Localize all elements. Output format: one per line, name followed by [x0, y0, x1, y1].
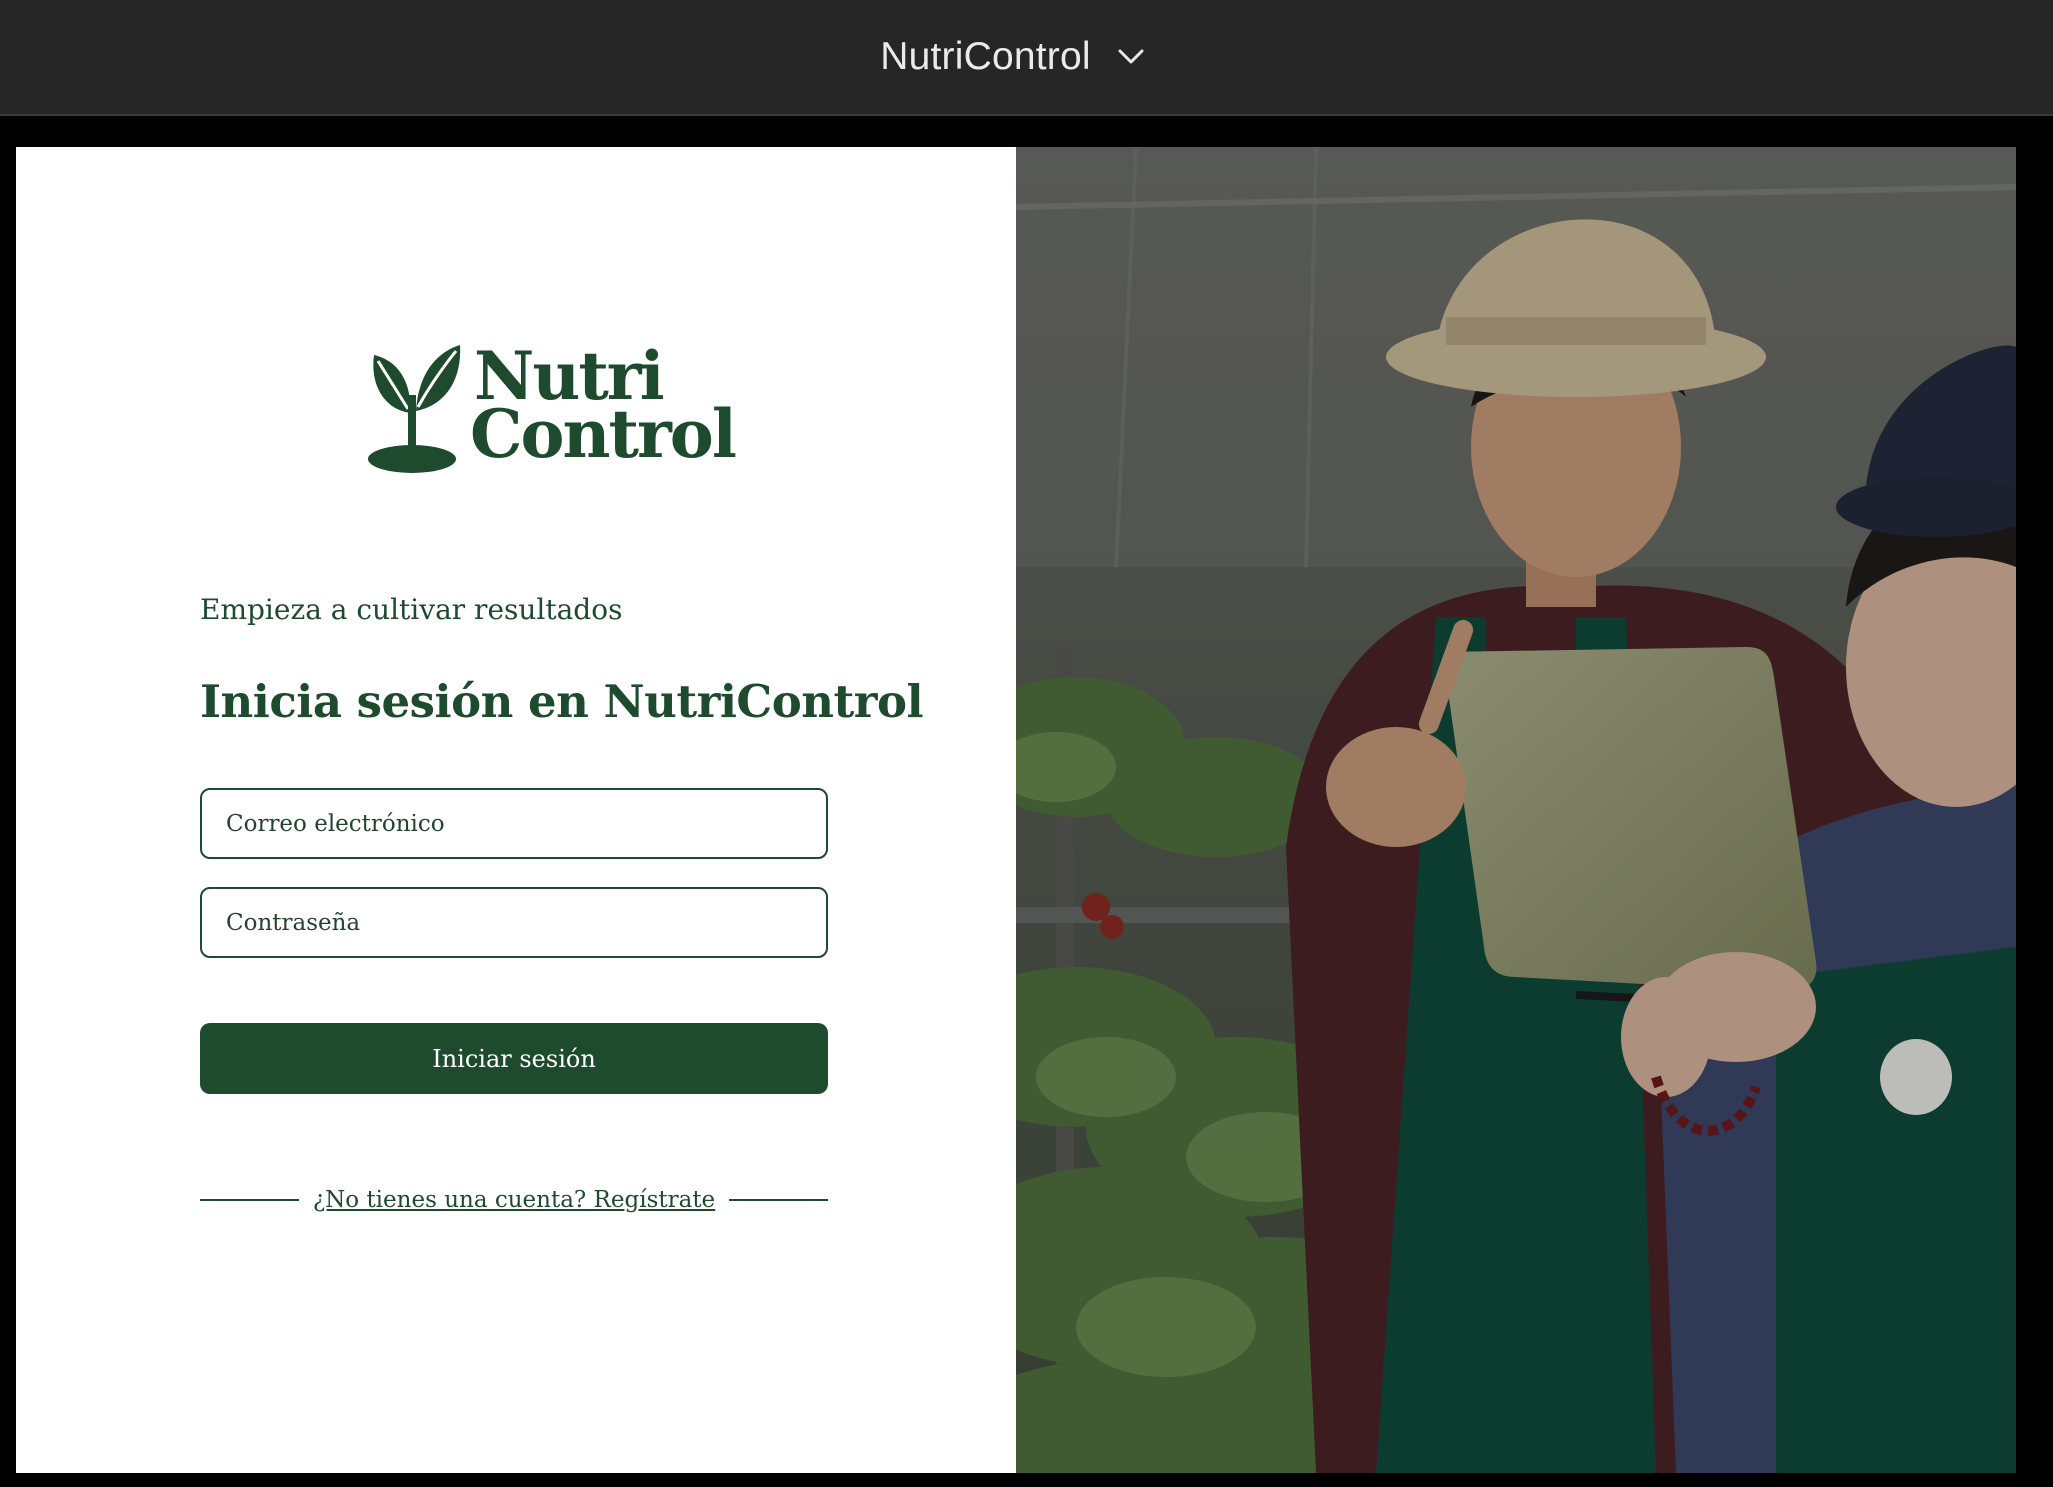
register-link[interactable]: ¿No tienes una cuenta? Regístrate [313, 1187, 715, 1213]
register-row: ¿No tienes una cuenta? Regístrate [200, 1187, 828, 1213]
window-edge [2016, 116, 2053, 1487]
logo-wordmark: Nutri Control [470, 343, 737, 467]
password-field[interactable] [200, 887, 828, 958]
chevron-down-icon[interactable] [1117, 48, 1145, 66]
sprout-icon [366, 335, 462, 475]
tagline: Empieza a cultivar resultados [200, 593, 623, 626]
brand-logo: Nutri Control [366, 335, 737, 475]
login-button[interactable]: Iniciar sesión [200, 1023, 828, 1094]
page-title: Inicia sesión en NutriControl [200, 675, 924, 728]
divider-right [729, 1199, 828, 1201]
logo-line-2: Control [470, 395, 737, 473]
hero-photo [1016, 147, 2016, 1473]
title-bar: NutriControl [0, 0, 2053, 116]
app-title: NutriControl [880, 35, 1091, 78]
divider-left [200, 1199, 299, 1201]
email-field[interactable] [200, 788, 828, 859]
login-panel: Nutri Control Empieza a cultivar resulta… [16, 147, 1016, 1473]
app-switcher[interactable]: NutriControl [880, 35, 1144, 79]
